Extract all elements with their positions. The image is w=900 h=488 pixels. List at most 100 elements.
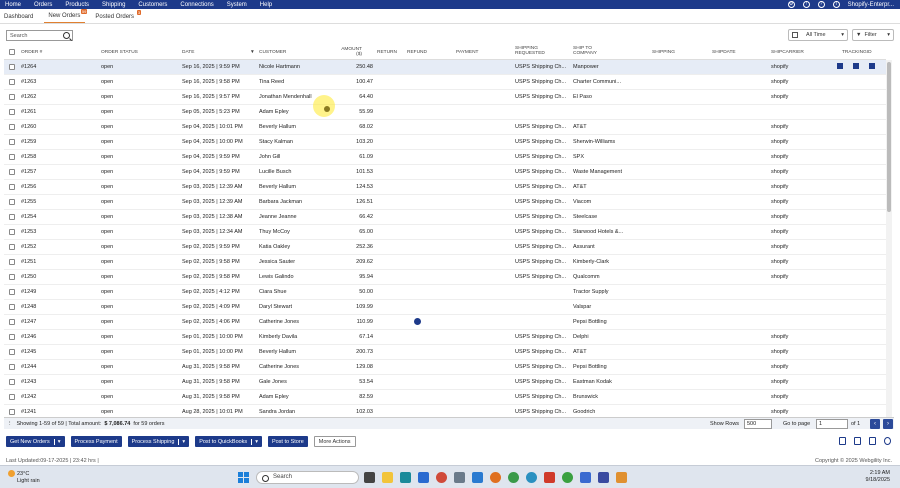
drag-handle-icon[interactable]: ⋮	[7, 421, 13, 427]
column-header[interactable]: PAYMENT	[456, 50, 478, 55]
notes-icon[interactable]	[580, 472, 591, 483]
order-number[interactable]: #1249	[21, 289, 36, 295]
row-checkbox[interactable]	[9, 304, 15, 310]
column-header[interactable]: TRACKINGID	[842, 50, 872, 55]
order-number[interactable]: #1242	[21, 394, 36, 400]
row-checkbox[interactable]	[9, 379, 15, 385]
row-checkbox[interactable]	[9, 139, 15, 145]
column-header[interactable]: ORDER STATUS	[101, 50, 138, 55]
column-header[interactable]: AMOUNT ($)	[338, 47, 362, 57]
previous-page-button[interactable]: ‹	[870, 419, 880, 429]
row-checkbox[interactable]	[9, 64, 15, 70]
chevron-down-icon[interactable]: ▾	[53, 438, 61, 445]
column-header[interactable]: REFUND	[407, 50, 427, 55]
row-checkbox[interactable]	[9, 244, 15, 250]
chevron-down-icon[interactable]: ▾	[251, 438, 258, 445]
trash-icon[interactable]	[869, 63, 875, 69]
table-row[interactable]: #1252 open Sep 02, 2025 | 9:59 PM Katia Oak…	[4, 240, 886, 255]
table-row[interactable]: #1248 open Sep 02, 2025 | 4:09 PM Daryl Ste…	[4, 300, 886, 315]
row-checkbox[interactable]	[9, 394, 15, 400]
process-payment-button[interactable]: Process Payment	[70, 436, 122, 447]
table-row[interactable]: #1254 open Sep 03, 2025 | 12:38 AM Jeanne J…	[4, 210, 886, 225]
order-number[interactable]: #1243	[21, 379, 36, 385]
column-header[interactable]: SHIPCARRIER	[771, 50, 804, 55]
order-number[interactable]: #1254	[21, 214, 36, 220]
table-row[interactable]: #1246 open Sep 01, 2025 | 10:00 PM Kimberly…	[4, 330, 886, 345]
tab-posted-orders[interactable]: Posted Orders 3	[91, 10, 142, 23]
order-number[interactable]: #1260	[21, 124, 36, 130]
order-number[interactable]: #1251	[21, 259, 36, 265]
column-header[interactable]: DATE	[182, 50, 194, 55]
column-header[interactable]: ORDER #	[21, 50, 42, 55]
row-checkbox[interactable]	[9, 274, 15, 280]
filter-button[interactable]: ▼ Filter ▾	[852, 29, 894, 41]
edge-icon[interactable]	[400, 472, 411, 483]
row-checkbox[interactable]	[9, 334, 15, 340]
chrome-icon-2[interactable]	[508, 472, 519, 483]
table-row[interactable]: #1255 open Sep 03, 2025 | 12:39 AM Barbara …	[4, 195, 886, 210]
gear-icon[interactable]: ⚙	[787, 1, 795, 8]
menu-item[interactable]: Products	[65, 2, 89, 8]
menu-item[interactable]: Shipping	[102, 2, 125, 8]
select-all-checkbox[interactable]	[9, 49, 15, 55]
edge-icon-2[interactable]	[526, 472, 537, 483]
table-row[interactable]: #1258 open Sep 04, 2025 | 9:59 PM John Gill…	[4, 150, 886, 165]
order-number[interactable]: #1257	[21, 169, 36, 175]
menu-item[interactable]: Orders	[34, 2, 52, 8]
help-icon[interactable]	[884, 437, 891, 445]
order-number[interactable]: #1253	[21, 229, 36, 235]
table-row[interactable]: #1241 open Aug 28, 2025 | 10:01 PM Sandra J…	[4, 405, 886, 417]
next-page-button[interactable]: ›	[883, 419, 893, 429]
order-number[interactable]: #1258	[21, 154, 36, 160]
order-number[interactable]: #1241	[21, 409, 36, 415]
row-checkbox[interactable]	[9, 124, 15, 130]
column-header[interactable]: SHIP TO COMPANY	[573, 46, 613, 56]
vscode-icon[interactable]	[472, 472, 483, 483]
menu-item[interactable]: Home	[5, 2, 21, 8]
order-number[interactable]: #1244	[21, 364, 36, 370]
table-row[interactable]: #1253 open Sep 03, 2025 | 12:34 AM Thuy McC…	[4, 225, 886, 240]
archive-icon[interactable]	[853, 63, 859, 69]
column-header[interactable]: SHIPDATE	[712, 50, 736, 55]
table-row[interactable]: #1251 open Sep 02, 2025 | 9:58 PM Jessica S…	[4, 255, 886, 270]
row-checkbox[interactable]	[9, 169, 15, 175]
show-rows-select[interactable]: 500	[744, 419, 772, 429]
calendar-app-icon[interactable]	[598, 472, 609, 483]
order-number[interactable]: #1256	[21, 184, 36, 190]
file-explorer-icon[interactable]	[382, 472, 393, 483]
tab-new-orders[interactable]: New Orders 59	[44, 9, 88, 23]
table-row[interactable]: #1247 open Sep 02, 2025 | 4:06 PM Catherine…	[4, 315, 886, 330]
weather-widget[interactable]: 23°C Light rain	[8, 470, 40, 485]
date-range-select[interactable]: All Time ▾	[788, 29, 848, 41]
system-tray-clock[interactable]: 2:19 AM 9/18/2025	[866, 470, 890, 484]
info-icon[interactable]: i	[832, 1, 840, 8]
tab-dashboard[interactable]: Dashboard	[0, 14, 38, 23]
account-dropdown[interactable]: Shopify-Enterpr...	[848, 2, 894, 8]
menu-item[interactable]: System	[227, 2, 247, 8]
order-number[interactable]: #1263	[21, 79, 36, 85]
lock-icon[interactable]	[839, 437, 846, 445]
table-row[interactable]: #1243 open Aug 31, 2025 | 9:58 PM Gale Jone…	[4, 375, 886, 390]
menu-item[interactable]: Customers	[138, 2, 167, 8]
webgility-icon[interactable]	[616, 472, 627, 483]
row-checkbox[interactable]	[9, 214, 15, 220]
task-view-icon[interactable]	[364, 472, 375, 483]
row-checkbox[interactable]	[9, 259, 15, 265]
order-number[interactable]: #1261	[21, 109, 36, 115]
table-row[interactable]: #1264 open Sep 16, 2025 | 9:59 PM Nicole Ha…	[4, 60, 886, 75]
row-checkbox[interactable]	[9, 409, 15, 415]
notification-icon[interactable]: !	[802, 1, 810, 8]
row-checkbox[interactable]	[9, 349, 15, 355]
menu-item[interactable]: Connections	[180, 2, 213, 8]
order-number[interactable]: #1252	[21, 244, 36, 250]
row-checkbox[interactable]	[9, 184, 15, 190]
column-header[interactable]: RETURN	[377, 50, 397, 55]
order-number[interactable]: #1259	[21, 139, 36, 145]
windows-start-icon[interactable]	[238, 472, 249, 483]
row-checkbox[interactable]	[9, 199, 15, 205]
get-new-orders-button[interactable]: Get New Orders ▾	[6, 436, 65, 447]
row-checkbox[interactable]	[9, 289, 15, 295]
order-number[interactable]: #1248	[21, 304, 36, 310]
order-number[interactable]: #1264	[21, 64, 36, 70]
row-checkbox[interactable]	[9, 364, 15, 370]
